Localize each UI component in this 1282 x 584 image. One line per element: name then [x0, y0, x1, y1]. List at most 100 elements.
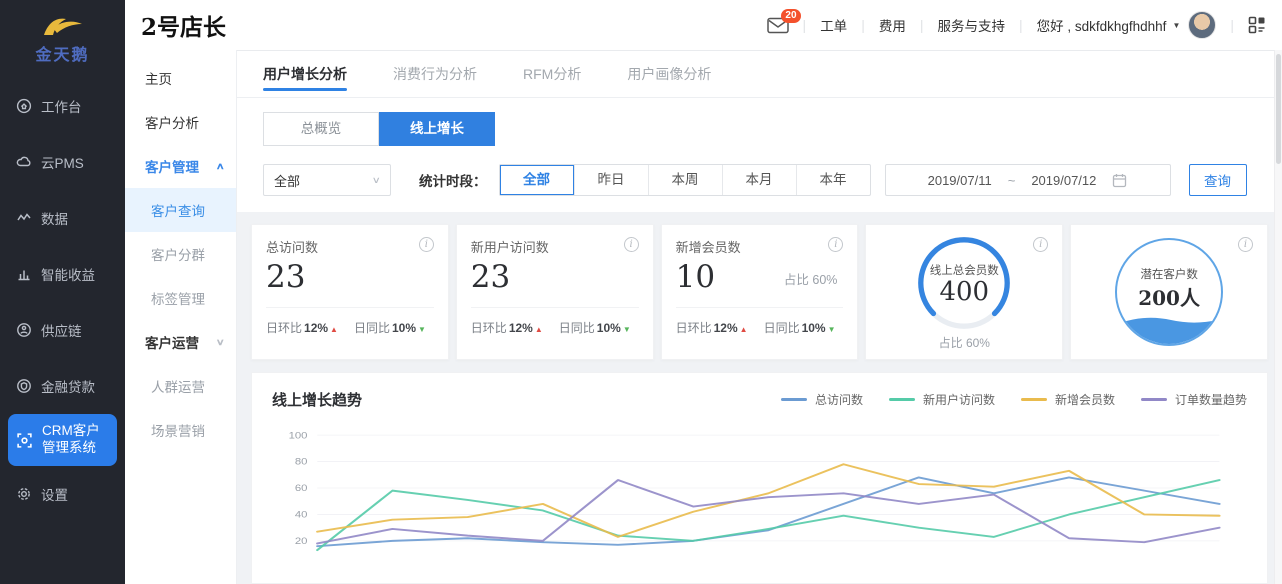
trend-up-icon	[535, 325, 543, 334]
subnav-home[interactable]: 主页	[125, 56, 236, 100]
brand-name: 金天鹅	[35, 41, 89, 65]
nav-workorder[interactable]: 工单	[820, 15, 847, 35]
user-avatar[interactable]	[1188, 11, 1216, 39]
swan-logo-icon	[40, 13, 86, 39]
subtab-group: 总概览 线上增长	[237, 98, 1282, 150]
subnav-crowd-operation[interactable]: 人群运营	[125, 364, 236, 408]
subnav-customer-segments[interactable]: 客户分群	[125, 232, 236, 276]
analysis-tabbar: 用户增长分析 消费行为分析 RFM分析 用户画像分析	[237, 51, 1282, 98]
legend-new-members[interactable]: 新增会员数	[1021, 391, 1115, 408]
info-icon[interactable]	[624, 237, 639, 252]
subnav-tag-management[interactable]: 标签管理	[125, 276, 236, 320]
nav-support[interactable]: 服务与支持	[937, 15, 1005, 35]
period-this-year[interactable]: 本年	[796, 165, 870, 195]
workbench-icon	[16, 98, 32, 114]
tab-rfm[interactable]: RFM分析	[523, 51, 581, 97]
period-this-month[interactable]: 本月	[722, 165, 796, 195]
sidebar-item-label: 智能收益	[41, 264, 95, 284]
stat-card-new-user-visits: 新用户访问数 23 日环比12% 日同比10%	[456, 224, 654, 360]
tab-user-portrait[interactable]: 用户画像分析	[627, 51, 711, 97]
crm-frame-icon	[16, 432, 33, 449]
bar-chart-icon	[16, 266, 32, 282]
gauge-title: 线上总会员数	[930, 262, 999, 278]
brand-logo[interactable]: 金天鹅	[0, 0, 125, 78]
workspace: 主页 客户分析 客户管理∧ 客户查询 客户分群 标签管理 客户运营∨ 人群运营 …	[125, 50, 1282, 584]
store-select[interactable]: 全部 ∨	[263, 164, 391, 196]
subtab-online-growth[interactable]: 线上增长	[379, 112, 495, 146]
subnav-customer-management[interactable]: 客户管理∧	[125, 144, 236, 188]
scrollbar-thumb[interactable]	[1276, 54, 1281, 164]
period-this-week[interactable]: 本周	[648, 165, 722, 195]
user-menu[interactable]: 您好 , sdkfdkhgfhdhhf ▼	[1037, 15, 1181, 35]
topbar-right: 20 | 工单 | 费用 | 服务与支持 | 您好 , sdkfdkhgfhdh…	[767, 11, 1266, 39]
period-all[interactable]: 全部	[500, 165, 574, 195]
chart-title: 线上增长趋势	[272, 389, 362, 410]
period-yesterday[interactable]: 昨日	[574, 165, 648, 195]
date-range-picker[interactable]: 2019/07/11 ~ 2019/07/12	[885, 164, 1171, 196]
gauge-value: 400	[939, 278, 989, 307]
info-icon[interactable]	[1238, 237, 1253, 252]
stat-card-new-members: 新增会员数 10 占比 60% 日环比12% 日同比10%	[661, 224, 859, 360]
sidebar-item-cloud-pms[interactable]: 云PMS	[0, 134, 125, 190]
tab-consumption-behavior[interactable]: 消费行为分析	[393, 51, 477, 97]
info-icon[interactable]	[419, 237, 434, 252]
filter-bar: 全部 ∨ 统计时段： 全部 昨日 本周 本月 本年 2019/07/11	[237, 150, 1282, 212]
sidebar-item-smart-revenue[interactable]: 智能收益	[0, 246, 125, 302]
messages-button[interactable]: 20	[767, 17, 789, 34]
trend-down-icon	[828, 325, 836, 334]
chart-legend: 总访问数 新用户访问数 新增会员数	[781, 391, 1247, 408]
sidebar-item-label: 云PMS	[41, 152, 84, 172]
trend-down-icon	[623, 325, 631, 334]
secondary-sidebar: 主页 客户分析 客户管理∧ 客户查询 客户分群 标签管理 客户运营∨ 人群运营 …	[125, 50, 237, 584]
sidebar-item-finance-loan[interactable]: 金融贷款	[0, 358, 125, 414]
card-value: 23	[266, 260, 434, 294]
legend-line-icon	[1141, 398, 1167, 401]
gauge-chart: 线上总会员数 400	[916, 235, 1012, 331]
subnav-customer-analysis[interactable]: 客户分析	[125, 100, 236, 144]
calendar-icon	[1112, 173, 1127, 188]
info-icon[interactable]	[1033, 237, 1048, 252]
subtab-overview[interactable]: 总概览	[263, 112, 379, 146]
legend-order-trend[interactable]: 订单数量趋势	[1141, 391, 1247, 408]
svg-text:60: 60	[295, 484, 308, 494]
line-chart: 100 80 60 40 20	[272, 424, 1247, 583]
subnav-customer-operation[interactable]: 客户运营∨	[125, 320, 236, 364]
app-window: 金天鹅 工作台 云PMS 数据 智能收益	[0, 0, 1282, 584]
svg-text:40: 40	[295, 511, 308, 521]
cloud-icon	[16, 154, 32, 170]
date-start: 2019/07/11	[928, 173, 992, 188]
period-label: 统计时段：	[419, 170, 487, 190]
card-title: 新用户访问数	[471, 237, 549, 256]
app-grid-button[interactable]	[1248, 16, 1266, 34]
query-button[interactable]: 查询	[1189, 164, 1247, 196]
sidebar-item-data[interactable]: 数据	[0, 190, 125, 246]
page-title: 2号店长	[141, 8, 226, 42]
subnav-customer-query[interactable]: 客户查询	[125, 188, 236, 232]
svg-text:80: 80	[295, 458, 308, 468]
subnav-scene-marketing[interactable]: 场景营销	[125, 408, 236, 452]
trend-up-icon	[330, 325, 338, 334]
sidebar-item-settings[interactable]: 设置	[0, 466, 125, 522]
tab-user-growth[interactable]: 用户增长分析	[263, 51, 347, 97]
stat-card-total-visits: 总访问数 23 日环比12% 日同比10%	[251, 224, 449, 360]
unread-count-badge: 20	[781, 9, 800, 23]
caret-down-icon: ▼	[1172, 21, 1180, 30]
legend-new-user-visits[interactable]: 新用户访问数	[889, 391, 995, 408]
stat-card-potential-customers: 潜在客户数 200人	[1070, 224, 1268, 360]
data-wave-icon	[16, 210, 32, 226]
sidebar-item-label: 金融贷款	[41, 376, 95, 396]
scrollbar[interactable]	[1274, 50, 1282, 584]
card-value: 10	[676, 260, 715, 294]
card-value: 23	[471, 260, 639, 294]
svg-text:20: 20	[295, 537, 308, 547]
sidebar-item-workbench[interactable]: 工作台	[0, 78, 125, 134]
info-icon[interactable]	[828, 237, 843, 252]
svg-text:100: 100	[289, 431, 308, 441]
date-separator: ~	[1008, 173, 1016, 188]
legend-total-visits[interactable]: 总访问数	[781, 391, 863, 408]
liquid-title: 潜在客户数	[1138, 266, 1200, 282]
nav-billing[interactable]: 费用	[879, 15, 906, 35]
primary-sidebar: 金天鹅 工作台 云PMS 数据 智能收益	[0, 0, 125, 584]
sidebar-item-crm-system[interactable]: CRM客户 管理系统	[8, 414, 117, 466]
sidebar-item-supply-chain[interactable]: 供应链	[0, 302, 125, 358]
